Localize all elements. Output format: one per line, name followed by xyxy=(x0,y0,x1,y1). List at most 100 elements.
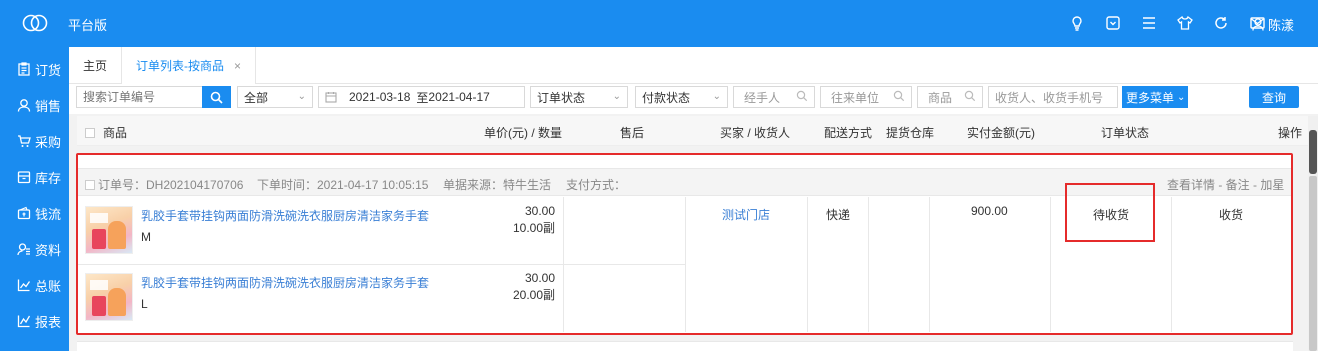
refresh-icon[interactable] xyxy=(1210,12,1232,34)
product-image[interactable] xyxy=(85,273,133,321)
chevron-down-icon: ⌄ xyxy=(297,91,306,102)
top-bar: 平台版 陈漾 xyxy=(0,0,1318,47)
buyer-link[interactable]: 测试门店 xyxy=(722,206,770,223)
sidebar-item-report[interactable]: 报表 xyxy=(0,303,69,339)
product-name-link[interactable]: 乳胶手套带挂钩两面防滑洗碗洗衣服厨房清洁家务手套 xyxy=(141,207,429,224)
partner-input[interactable]: 往来单位 xyxy=(820,86,912,108)
clipboard-icon xyxy=(18,62,30,76)
search-icon xyxy=(796,90,808,102)
next-order-row xyxy=(77,341,1293,351)
order-card: 订单号：DH202104170706 下单时间：2021-04-17 10:05… xyxy=(77,154,1293,334)
sidebar-item-sales[interactable]: 销售 xyxy=(0,87,69,123)
header-paid: 实付金额(元) xyxy=(967,126,1035,140)
payment-status-select[interactable]: 付款状态 ⌄ xyxy=(635,86,728,108)
chart-icon xyxy=(17,279,31,292)
tab-label: 主页 xyxy=(83,59,108,73)
order-status: 待收货 xyxy=(1093,208,1130,222)
col-divider xyxy=(807,197,808,332)
chevron-down-icon: ⌄ xyxy=(612,91,621,102)
search-icon xyxy=(964,90,976,102)
quantity: 10.00副 xyxy=(512,221,555,235)
tab-home[interactable]: 主页 xyxy=(69,47,123,84)
sidebar-item-label: 资料 xyxy=(35,242,62,258)
date-range-picker[interactable]: 2021-03-18 至 2021-04-17 xyxy=(318,86,525,108)
order-status-value: 订单状态 xyxy=(537,90,586,105)
search-icon xyxy=(210,91,223,104)
bulb-icon[interactable] xyxy=(1066,12,1088,34)
order-status-select[interactable]: 订单状态 ⌄ xyxy=(530,86,628,108)
sidebar: 订货 销售 采购 库存 钱流 资料 总账 报表 xyxy=(0,47,69,351)
partner-placeholder: 往来单位 xyxy=(831,90,880,105)
cart-icon xyxy=(18,135,31,147)
dropdown-box-icon[interactable] xyxy=(1102,12,1124,34)
query-button[interactable]: 查询 xyxy=(1249,86,1299,108)
date-end: 2021-04-17 xyxy=(428,90,490,104)
scrollbar-rail[interactable] xyxy=(1309,176,1317,351)
header-after-sale: 售后 xyxy=(620,126,645,140)
header-product: 商品 xyxy=(85,124,127,141)
row-divider xyxy=(77,264,685,265)
app-title: 平台版 xyxy=(68,18,108,33)
scope-value: 全部 xyxy=(244,90,269,105)
order-search-input[interactable] xyxy=(76,86,203,108)
user-name: 陈漾 xyxy=(1267,18,1294,33)
order-number-label: 订单号：DH202104170706 xyxy=(98,178,244,192)
handler-placeholder: 经手人 xyxy=(744,90,781,105)
calendar-icon xyxy=(325,92,337,103)
order-time: 下单时间：2021-04-17 10:05:15 xyxy=(257,178,429,192)
sidebar-item-ledger[interactable]: 总账 xyxy=(0,267,69,303)
order-actions[interactable]: 查看详情 - 备注 - 加星 xyxy=(1167,176,1284,193)
receiver-placeholder: 收货人、收货手机号 xyxy=(995,90,1104,105)
sidebar-item-order[interactable]: 订货 xyxy=(0,51,69,87)
header-price-qty: 单价(元) / 数量 xyxy=(484,126,562,140)
date-separator: 至 xyxy=(416,90,429,105)
sidebar-item-purchase[interactable]: 采购 xyxy=(0,123,69,159)
product-name-link[interactable]: 乳胶手套带挂钩两面防滑洗碗洗衣服厨房清洁家务手套 xyxy=(141,274,429,291)
product-spec: L xyxy=(141,297,148,311)
header-status: 订单状态 xyxy=(1101,126,1150,140)
select-all-checkbox[interactable] xyxy=(85,128,95,138)
menu-icon[interactable] xyxy=(1138,12,1160,34)
close-icon[interactable]: × xyxy=(234,59,241,73)
header-action: 操作 xyxy=(1278,126,1303,140)
filter-bar: 全部 ⌄ 2021-03-18 至 2021-04-17 订单状态 ⌄ 付款状态… xyxy=(69,84,1318,114)
sidebar-item-label: 订货 xyxy=(35,62,62,78)
sidebar-item-label: 报表 xyxy=(35,314,62,330)
sidebar-item-label: 钱流 xyxy=(35,206,62,222)
more-menu-label: 更多菜单 xyxy=(1126,90,1175,105)
receiver-input[interactable]: 收货人、收货手机号 xyxy=(988,86,1118,108)
sidebar-item-data[interactable]: 资料 xyxy=(0,231,69,267)
product-image[interactable] xyxy=(85,206,133,254)
order-checkbox[interactable] xyxy=(85,180,95,190)
scrollbar-thumb[interactable] xyxy=(1309,130,1317,174)
col-divider xyxy=(685,197,686,332)
table-header: 商品 单价(元) / 数量 售后 买家 / 收货人 配送方式 提货仓库 实付金额… xyxy=(77,116,1308,146)
sidebar-item-label: 销售 xyxy=(35,98,62,114)
scope-select[interactable]: 全部 ⌄ xyxy=(237,86,313,108)
handler-input[interactable]: 经手人 xyxy=(733,86,815,108)
sidebar-item-stock[interactable]: 库存 xyxy=(0,159,69,195)
col-divider xyxy=(929,197,930,332)
report-icon xyxy=(17,315,31,328)
date-start: 2021-03-18 xyxy=(349,90,411,104)
col-divider xyxy=(1171,197,1172,332)
more-menu-button[interactable]: 更多菜单 ⌄ xyxy=(1122,86,1188,108)
logo-icon xyxy=(22,14,48,32)
receive-button[interactable]: 收货 xyxy=(1219,206,1243,223)
unit-price: 30.00 xyxy=(524,271,555,285)
quantity: 20.00副 xyxy=(512,288,555,302)
paid-amount: 900.00 xyxy=(971,204,1008,218)
product-input[interactable]: 商品 xyxy=(917,86,983,108)
search-button[interactable] xyxy=(202,86,231,108)
product-spec: M xyxy=(141,230,151,244)
sidebar-item-label: 总账 xyxy=(35,278,62,294)
sidebar-item-cashflow[interactable]: 钱流 xyxy=(0,195,69,231)
tab-order-list[interactable]: 订单列表-按商品 × xyxy=(122,47,257,84)
shirt-icon[interactable] xyxy=(1174,12,1196,34)
user-icon xyxy=(17,99,31,112)
order-source: 单据来源：特牛生活 xyxy=(443,178,552,192)
tab-bar: 主页 订单列表-按商品 × xyxy=(69,47,1318,84)
order-number: 订单号：DH202104170706 xyxy=(85,176,243,193)
user-icon xyxy=(1252,18,1264,31)
user-menu[interactable]: 陈漾 xyxy=(1252,15,1294,34)
